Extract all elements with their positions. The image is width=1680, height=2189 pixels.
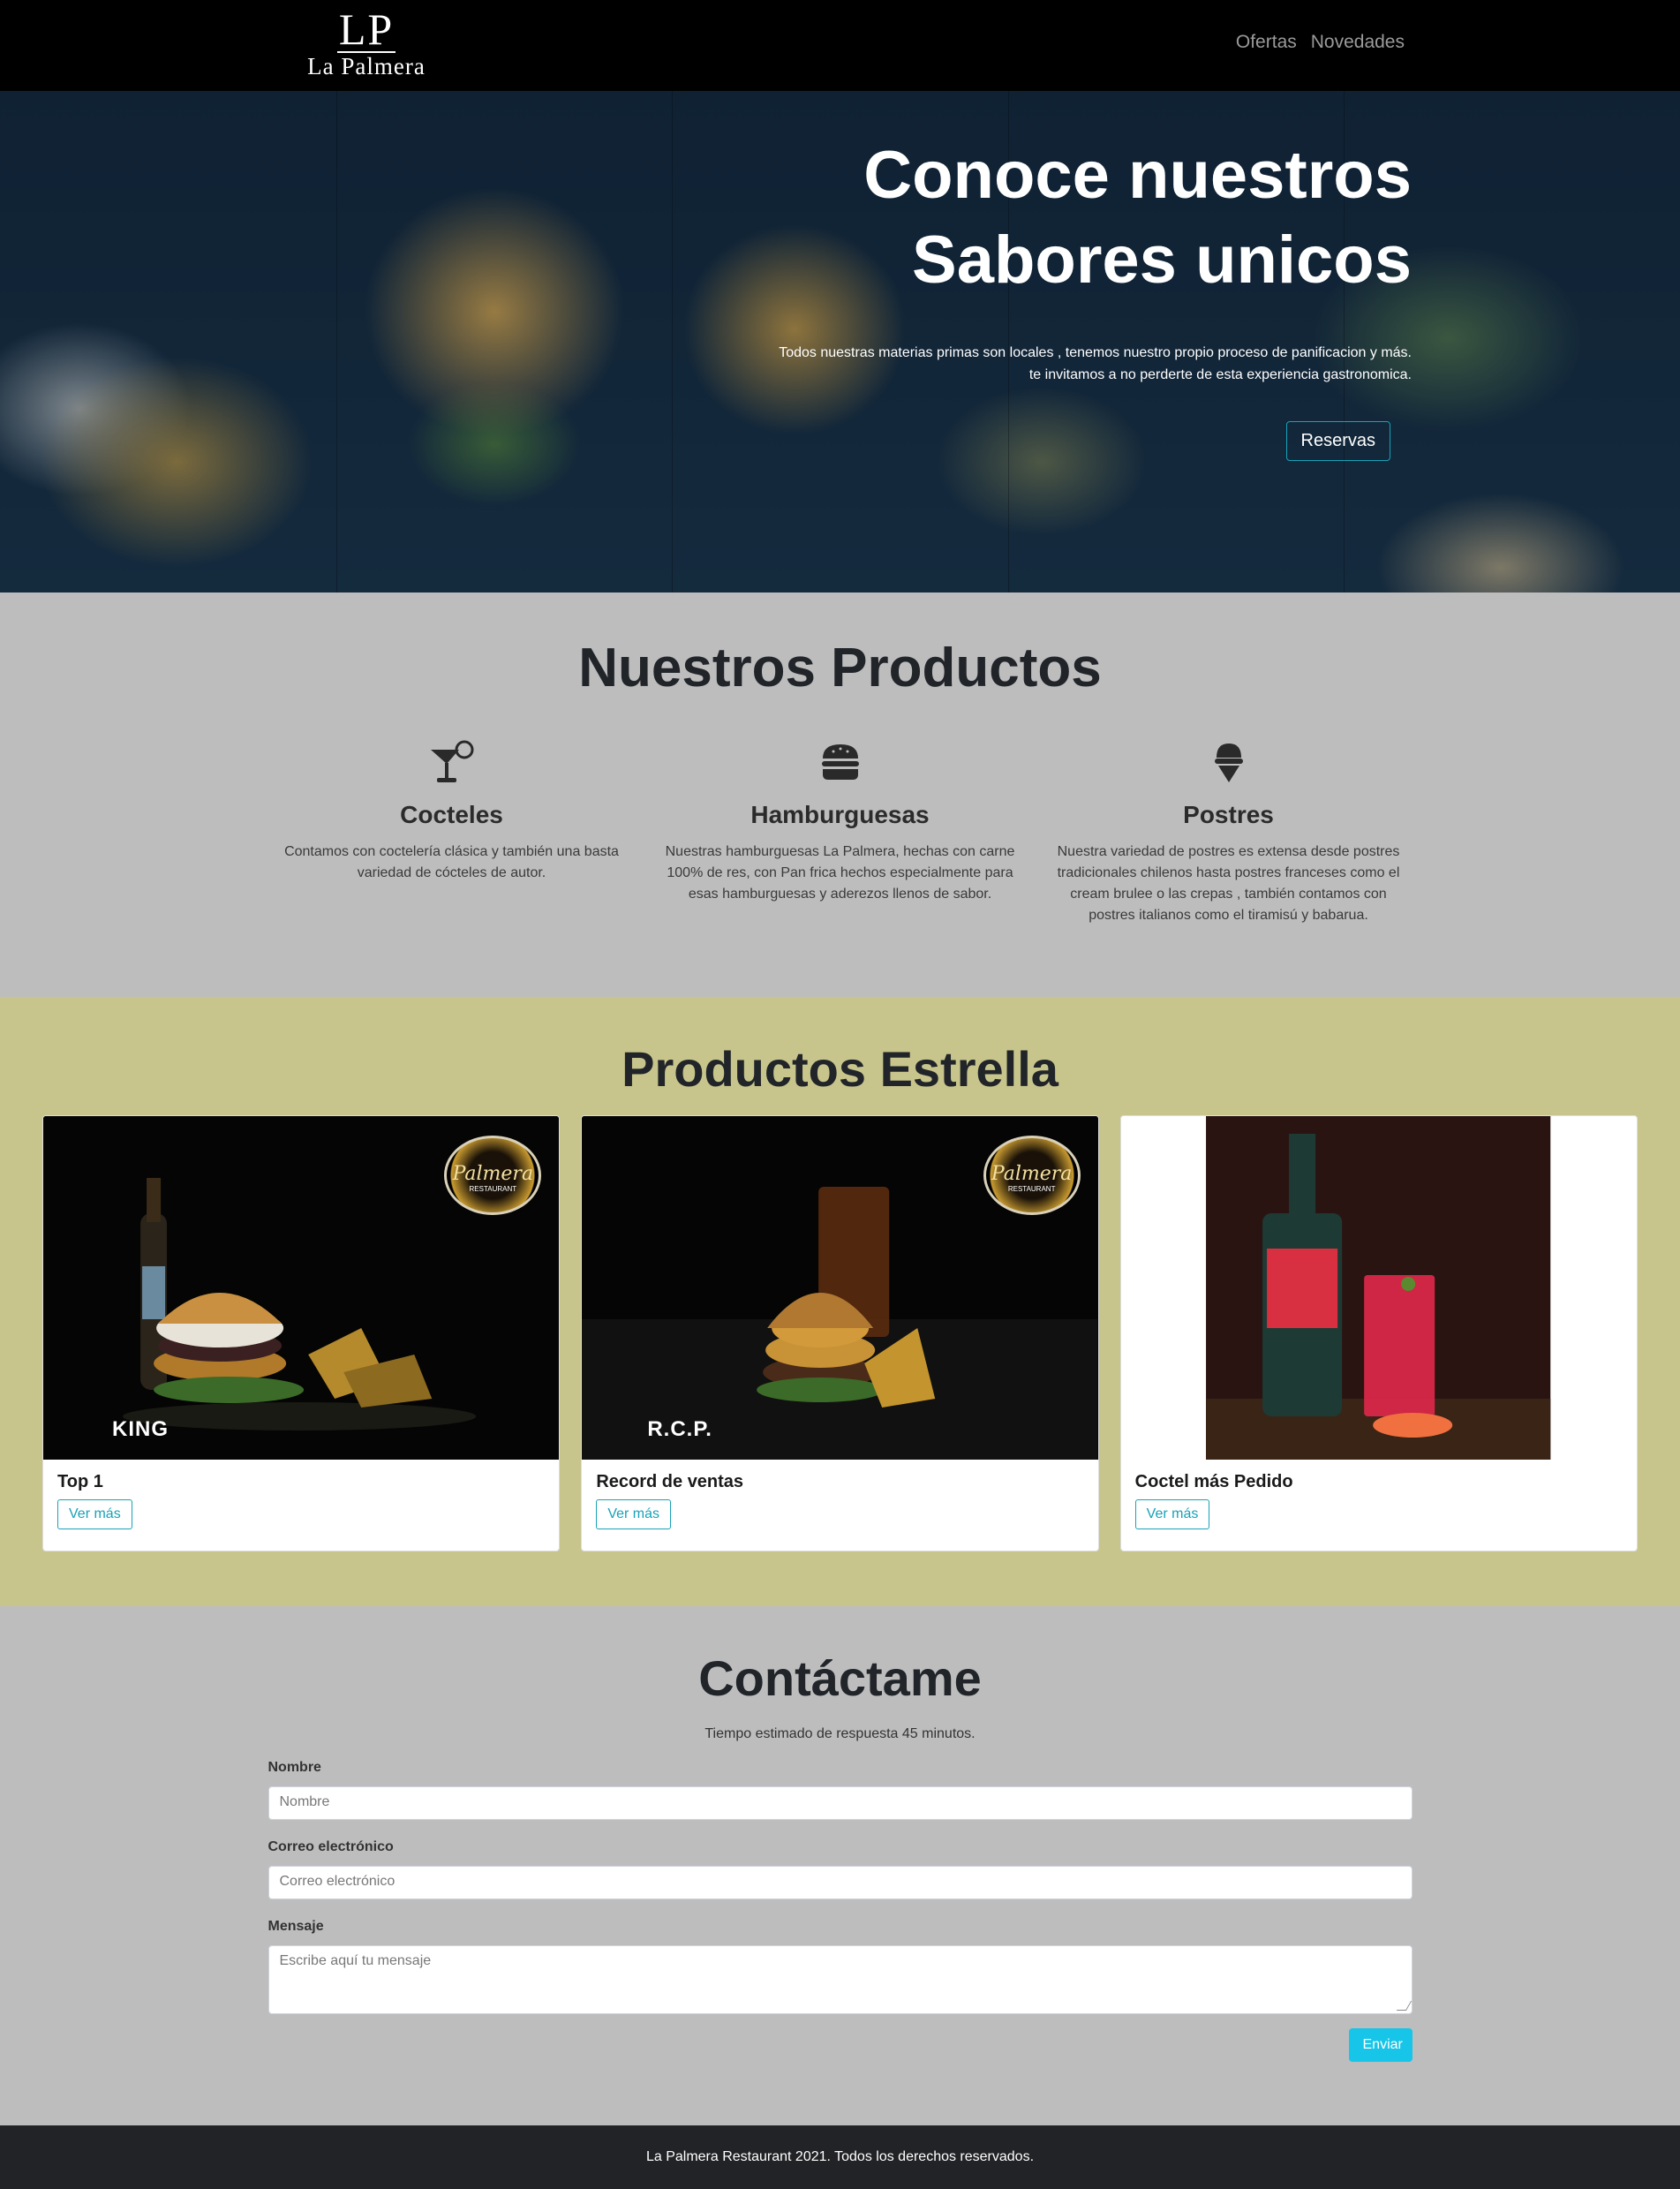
hero-title: Conoce nuestros Sabores unicos bbox=[617, 133, 1412, 303]
nav-link-ofertas[interactable]: Ofertas bbox=[1236, 32, 1297, 53]
featured-card-top1: Palmera RESTAURANT KING Top 1 Ver más bbox=[42, 1115, 561, 1551]
navbar: LP La Palmera Ofertas Novedades bbox=[0, 0, 1680, 91]
product-title: Postres bbox=[1183, 801, 1274, 828]
card-title: Top 1 bbox=[57, 1472, 103, 1491]
logo-subtitle: RESTAURANT bbox=[1007, 1185, 1056, 1193]
reservas-button[interactable]: Reservas bbox=[1285, 421, 1390, 461]
cocktail-image bbox=[1120, 1116, 1637, 1460]
brand-logo[interactable]: LP La Palmera bbox=[300, 7, 433, 79]
hero-text: Todos nuestras materias primas son local… bbox=[617, 342, 1412, 386]
name-label: Nombre bbox=[267, 1760, 321, 1775]
product-item-postres: Postres Nuestra variedad de postres es e… bbox=[1052, 736, 1405, 926]
product-item-cocteles: Cocteles Contamos con coctelería clásica… bbox=[275, 736, 629, 926]
email-label: Correo electrónico bbox=[267, 1839, 394, 1854]
product-item-hamburguesas: Hamburguesas Nuestras hamburguesas La Pa… bbox=[664, 736, 1017, 926]
ice-cream-icon bbox=[1052, 736, 1405, 789]
card-body: Record de ventas Ver más bbox=[582, 1460, 1097, 1542]
contact-form: Nombre Nombre Correo electrónico Correo … bbox=[267, 1760, 1413, 2062]
hero-title-line-2: Sabores unicos bbox=[912, 223, 1412, 298]
message-label: Mensaje bbox=[267, 1919, 324, 1934]
logo-word: Palmera bbox=[991, 1163, 1073, 1185]
card-body: Top 1 Ver más bbox=[43, 1460, 559, 1542]
product-title: Hamburguesas bbox=[750, 801, 930, 828]
la-palmera-logo-badge: Palmera RESTAURANT bbox=[444, 1136, 542, 1215]
hamburger-icon bbox=[664, 736, 1017, 789]
ver-mas-button[interactable]: Ver más bbox=[596, 1499, 672, 1529]
product-description: Nuestra variedad de postres es extensa d… bbox=[1057, 844, 1400, 923]
ver-mas-button[interactable]: Ver más bbox=[57, 1499, 132, 1529]
burger-rcp-image: Palmera RESTAURANT R.C.P. bbox=[582, 1116, 1098, 1460]
brand-monogram: LP bbox=[336, 4, 396, 54]
message-field[interactable]: Escribe aquí tu mensaje bbox=[267, 1945, 1413, 2014]
footer-text: La Palmera Restaurant 2021. Todos los de… bbox=[645, 2149, 1035, 2164]
nav-links: Ofertas Novedades bbox=[1236, 32, 1405, 53]
brand-name: La Palmera bbox=[307, 53, 426, 79]
products-title: Nuestros Productos bbox=[578, 638, 1102, 698]
product-description: Contamos con coctelería clásica y tambié… bbox=[284, 844, 619, 880]
card-title: Record de ventas bbox=[596, 1472, 744, 1491]
contact-subtitle: Tiempo estimado de respuesta 45 minutos. bbox=[704, 1726, 976, 1741]
la-palmera-logo-badge: Palmera RESTAURANT bbox=[983, 1136, 1081, 1215]
burger-king-image: Palmera RESTAURANT KING bbox=[43, 1116, 560, 1460]
nav-link-novedades[interactable]: Novedades bbox=[1311, 32, 1405, 53]
email-field[interactable]: Correo electrónico bbox=[267, 1866, 1413, 1899]
featured-title: Productos Estrella bbox=[622, 1041, 1058, 1097]
products-grid: Cocteles Contamos con coctelería clásica… bbox=[0, 736, 1680, 926]
hero-text-line-2: te invitamos a no perderte de esta exper… bbox=[1028, 367, 1412, 382]
featured-card-coctel: Coctel más Pedido Ver más bbox=[1119, 1115, 1638, 1551]
featured-cards: Palmera RESTAURANT KING Top 1 Ver más Pa… bbox=[42, 1115, 1638, 1551]
footer: La Palmera Restaurant 2021. Todos los de… bbox=[0, 2125, 1680, 2189]
contact-title: Contáctame bbox=[698, 1650, 982, 1706]
featured-card-record: Palmera RESTAURANT R.C.P. Record de vent… bbox=[581, 1115, 1099, 1551]
logo-word: Palmera bbox=[452, 1163, 534, 1185]
logo-subtitle: RESTAURANT bbox=[469, 1185, 517, 1193]
hero-title-line-1: Conoce nuestros bbox=[863, 138, 1412, 213]
cocktail-icon bbox=[275, 736, 629, 789]
featured-section: Productos Estrella Palmera RESTAURANT KI… bbox=[0, 997, 1680, 1606]
card-body: Coctel más Pedido Ver más bbox=[1121, 1460, 1637, 1542]
contact-section: Contáctame Tiempo estimado de respuesta … bbox=[0, 1606, 1680, 2125]
hero-content: Conoce nuestros Sabores unicos Todos nue… bbox=[617, 133, 1412, 461]
name-field[interactable]: Nombre bbox=[267, 1786, 1413, 1820]
burger-label: KING bbox=[112, 1417, 169, 1441]
enviar-button[interactable]: Enviar bbox=[1348, 2028, 1413, 2062]
product-description: Nuestras hamburguesas La Palmera, hechas… bbox=[665, 844, 1015, 902]
products-section: Nuestros Productos Cocteles Contamos con… bbox=[0, 593, 1680, 997]
product-title: Cocteles bbox=[400, 801, 503, 828]
ver-mas-button[interactable]: Ver más bbox=[1134, 1499, 1210, 1529]
hero-text-line-1: Todos nuestras materias primas son local… bbox=[779, 345, 1412, 360]
burger-label: R.C.P. bbox=[647, 1417, 712, 1441]
hero-banner: Conoce nuestros Sabores unicos Todos nue… bbox=[0, 91, 1680, 593]
card-title: Coctel más Pedido bbox=[1134, 1472, 1293, 1491]
